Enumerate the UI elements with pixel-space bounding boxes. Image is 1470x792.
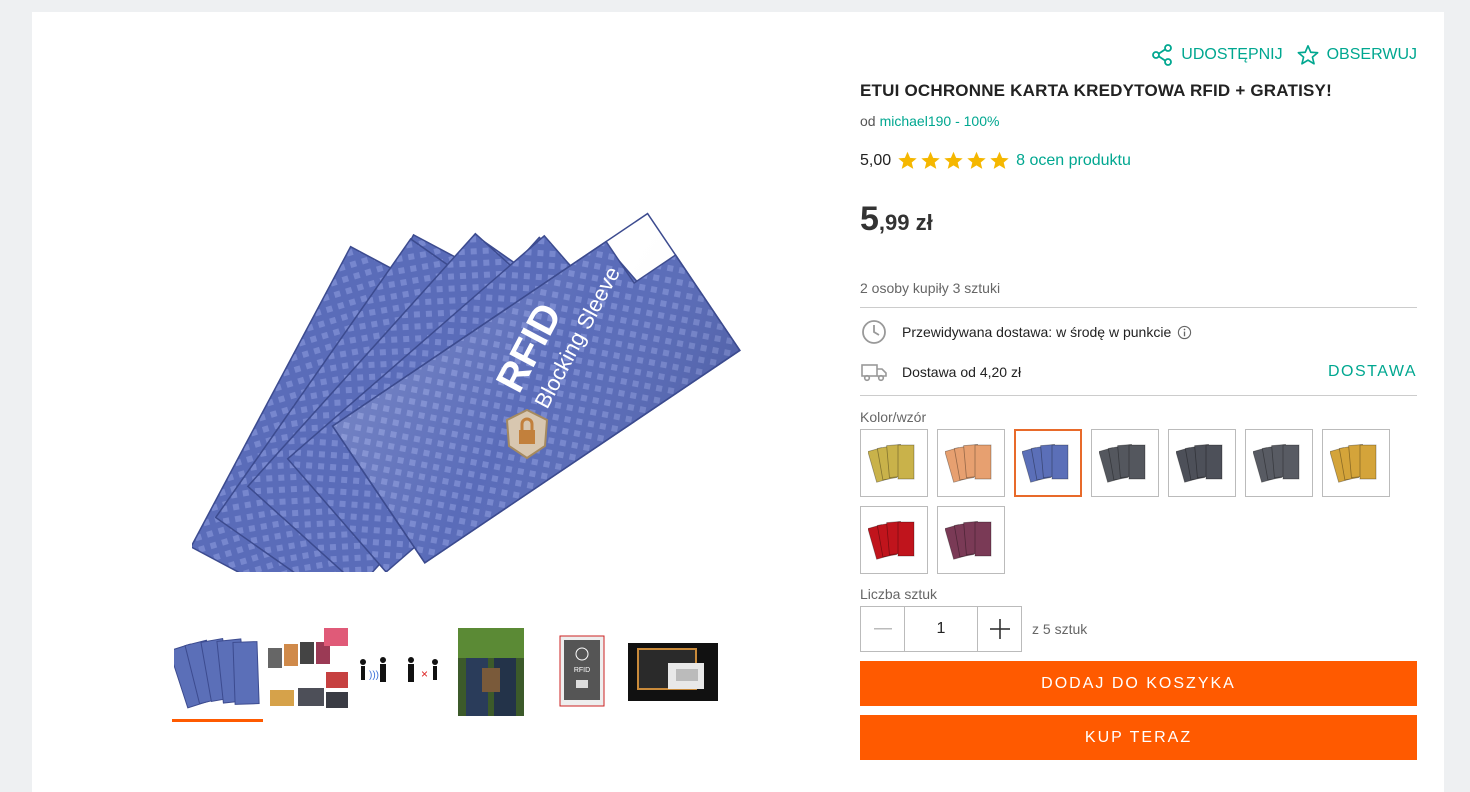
watch-label: OBSERWUJ	[1326, 46, 1417, 63]
variant-swatch-2[interactable]	[937, 429, 1005, 497]
quantity-stepper: 1 z 5 sztuk	[860, 606, 1087, 652]
variant-swatch-7[interactable]	[1322, 429, 1390, 497]
expected-delivery-row: Przewidywana dostawa: w środę w punkcie	[860, 318, 1417, 346]
price-decimal: ,99 zł	[878, 210, 933, 235]
variant-label: Kolor/wzór	[860, 409, 927, 425]
price-integer: 5	[860, 200, 879, 238]
thumbnail-4[interactable]	[445, 624, 536, 720]
minus-icon	[873, 628, 892, 630]
thumbnail-1[interactable]	[172, 624, 263, 722]
delivery-cost-row: Dostawa od 4,20 zł DOSTAWA	[860, 358, 1417, 386]
variant-image	[1330, 444, 1377, 483]
thumbnail-3[interactable]: ×)))	[354, 624, 445, 720]
thumbnail-2[interactable]	[263, 624, 354, 720]
plus-icon	[989, 619, 1010, 639]
variant-swatch-1[interactable]	[860, 429, 928, 497]
star-icon	[944, 151, 963, 169]
variant-swatches	[860, 429, 1420, 574]
add-to-cart-button[interactable]: DODAJ DO KOSZYKA	[860, 661, 1417, 706]
delivery-link[interactable]: DOSTAWA	[1328, 363, 1417, 381]
variant-image	[945, 444, 992, 483]
product-title: ETUI OCHRONNE KARTA KREDYTOWA RFID + GRA…	[860, 81, 1332, 100]
star-icon	[967, 151, 986, 169]
divider	[860, 307, 1417, 308]
star-icon	[921, 151, 940, 169]
rating-value: 5,00	[860, 151, 892, 169]
info-icon[interactable]	[1177, 325, 1192, 340]
share-label: UDOSTĘPNIJ	[1181, 46, 1283, 63]
clock-icon	[862, 320, 886, 344]
watch-button[interactable]: OBSERWUJ	[1297, 44, 1417, 66]
quantity-input[interactable]: 1	[905, 606, 977, 652]
variant-image	[1176, 444, 1223, 483]
seller-info: od michael190 - 100%	[860, 113, 999, 129]
variant-swatch-8[interactable]	[860, 506, 928, 574]
decrement-button[interactable]	[860, 606, 905, 652]
variant-swatch-5[interactable]	[1168, 429, 1236, 497]
svg-text:×: ×	[421, 667, 428, 681]
truck-icon	[861, 364, 887, 382]
bought-info: 2 osoby kupiły 3 sztuki	[860, 280, 1001, 296]
variant-image	[1099, 444, 1146, 483]
thumbnail-5[interactable]: RFID	[536, 624, 627, 720]
quantity-label: Liczba sztuk	[860, 586, 938, 602]
variant-swatch-3[interactable]	[1014, 429, 1082, 497]
quantity-available: z 5 sztuk	[1032, 621, 1088, 637]
variant-swatch-9[interactable]	[937, 506, 1005, 574]
product-card: RFID Blocking Sleeve ×))) RFID UDOSTĘPNI…	[32, 12, 1444, 792]
share-icon	[1152, 44, 1173, 66]
buy-now-button[interactable]: KUP TERAZ	[860, 715, 1417, 760]
delivery-cost-text: Dostawa od 4,20 zł	[902, 364, 1022, 380]
product-price: 5,99 zł	[860, 200, 933, 239]
variant-image	[868, 444, 915, 483]
variant-image	[1253, 444, 1300, 483]
increment-button[interactable]	[977, 606, 1022, 652]
svg-text:))): )))	[369, 670, 379, 681]
variant-swatch-4[interactable]	[1091, 429, 1159, 497]
share-button[interactable]: UDOSTĘPNIJ	[1151, 44, 1283, 66]
product-actions: UDOSTĘPNIJ OBSERWUJ	[1151, 44, 1417, 66]
star-icon	[990, 151, 1009, 169]
seller-prefix: od	[860, 113, 876, 129]
seller-link[interactable]: michael190 - 100%	[880, 113, 1000, 129]
divider	[860, 395, 1417, 396]
star-icon	[898, 151, 917, 169]
thumbnail-6[interactable]	[627, 624, 718, 720]
product-rating: 5,00 8 ocen produktu	[860, 150, 1131, 171]
variant-image	[945, 521, 992, 560]
star-outline-icon	[1297, 45, 1319, 65]
svg-text:RFID: RFID	[573, 667, 589, 674]
variant-image	[868, 521, 915, 560]
thumbnail-strip: ×))) RFID	[172, 624, 718, 728]
main-product-image[interactable]: RFID Blocking Sleeve	[192, 102, 752, 572]
variant-image	[1022, 444, 1069, 483]
expected-delivery-text: Przewidywana dostawa: w środę w punkcie	[902, 324, 1172, 340]
rating-count-link[interactable]: 8 ocen produktu	[1016, 152, 1131, 170]
variant-swatch-6[interactable]	[1245, 429, 1313, 497]
rating-stars	[897, 150, 1010, 171]
